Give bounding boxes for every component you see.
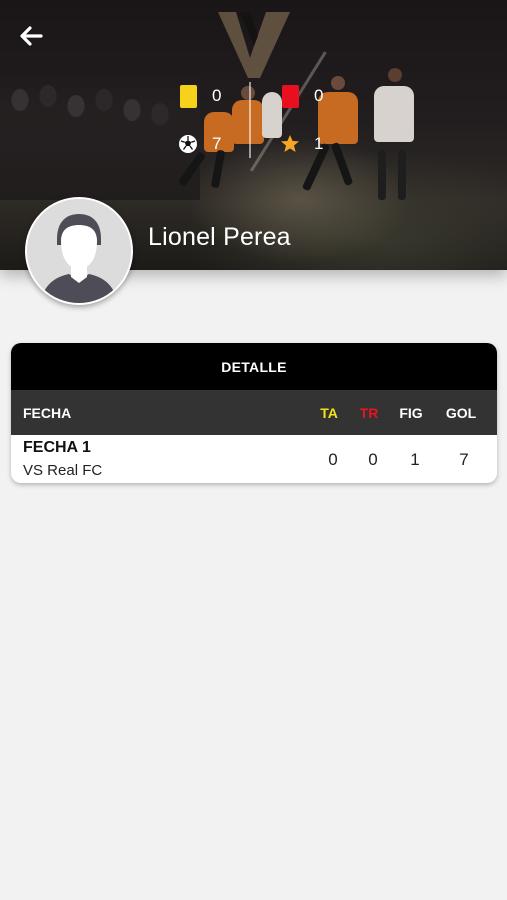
background-player-leg <box>330 141 354 187</box>
table-header: FECHA TA TR FIG GOL <box>11 390 497 435</box>
row-fecha: FECHA 1 <box>23 439 91 456</box>
goals-value: 7 <box>212 134 222 153</box>
detail-card: DETALLE FECHA TA TR FIG GOL FECHA 1 VS R… <box>11 343 497 483</box>
stats-divider <box>249 82 251 158</box>
red-cards-value: 0 <box>314 86 324 105</box>
background-player-head <box>388 68 402 82</box>
background-player <box>374 86 414 142</box>
table-row[interactable]: FECHA 1 VS Real FC 0 0 1 7 <box>11 435 497 483</box>
yellow-cards-value: 0 <box>212 86 222 105</box>
row-ta-value: 0 <box>328 450 338 469</box>
arrow-left-icon <box>20 26 43 46</box>
row-tr-value: 0 <box>368 450 378 469</box>
background-player-head <box>331 76 345 90</box>
player-stats-summary: 0 0 7 1 <box>170 80 330 160</box>
column-gol: GOL <box>445 404 477 421</box>
column-ta: TA <box>320 404 338 421</box>
team-logo-icon <box>218 12 290 78</box>
avatar <box>25 197 133 305</box>
column-fig: FIG <box>399 404 423 421</box>
red-cards-stat: 0 <box>280 84 323 108</box>
column-tr: TR <box>359 404 379 421</box>
background-player-leg <box>378 150 386 200</box>
red-card-icon <box>280 84 300 108</box>
star-icon <box>280 132 300 156</box>
column-fecha: FECHA <box>23 404 72 421</box>
yellow-card-icon <box>178 84 198 108</box>
detail-title: DETALLE <box>11 343 497 390</box>
mvp-stat: 1 <box>280 132 323 156</box>
goals-stat: 7 <box>178 132 221 156</box>
yellow-cards-stat: 0 <box>178 84 221 108</box>
back-button[interactable] <box>17 22 45 50</box>
row-gol-value: 7 <box>459 450 469 469</box>
background-player-leg <box>398 150 406 200</box>
mvp-value: 1 <box>314 134 324 153</box>
user-silhouette-icon <box>27 199 131 303</box>
row-rival: VS Real FC <box>23 462 103 479</box>
player-name: Lionel Perea <box>148 223 291 251</box>
row-fig-value: 1 <box>410 450 420 469</box>
soccer-ball-icon <box>178 132 198 156</box>
